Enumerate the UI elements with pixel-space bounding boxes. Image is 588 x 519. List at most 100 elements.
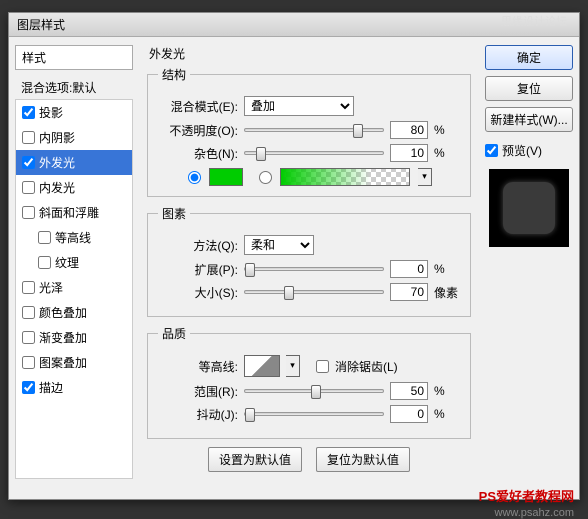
- range-unit: %: [434, 384, 445, 398]
- spread-label: 扩展(P):: [158, 261, 238, 278]
- size-slider[interactable]: [244, 290, 384, 294]
- size-label: 大小(S):: [158, 284, 238, 301]
- style-item-10[interactable]: 图案叠加: [16, 350, 132, 375]
- style-item-0[interactable]: 投影: [16, 100, 132, 125]
- range-label: 范围(R):: [158, 383, 238, 400]
- jitter-input[interactable]: [390, 405, 428, 423]
- elements-group: 图素 方法(Q): 柔和 扩展(P): % 大小(S): 像素: [147, 205, 471, 317]
- style-checkbox-5[interactable]: [38, 231, 51, 244]
- style-checkbox-6[interactable]: [38, 256, 51, 269]
- noise-input[interactable]: [390, 144, 428, 162]
- layer-style-dialog: 图层样式 思缘设计论坛 样式 混合选项:默认 投影内阴影外发光内发光斜面和浮雕等…: [8, 12, 580, 500]
- style-item-3[interactable]: 内发光: [16, 175, 132, 200]
- main-panel: 外发光 结构 混合模式(E): 叠加 不透明度(O): % 杂色(N):: [139, 37, 479, 499]
- right-column: 确定 复位 新建样式(W)... 预览(V): [479, 37, 579, 499]
- style-label-3: 内发光: [39, 179, 75, 196]
- style-item-5[interactable]: 等高线: [16, 225, 132, 250]
- jitter-unit: %: [434, 407, 445, 421]
- site-url: WWW.MISSYUAN.COM: [449, 0, 558, 3]
- style-label-8: 颜色叠加: [39, 304, 87, 321]
- reset-default-button[interactable]: 复位为默认值: [316, 447, 410, 472]
- noise-unit: %: [434, 146, 445, 160]
- opacity-slider[interactable]: [244, 128, 384, 132]
- structure-legend: 结构: [158, 66, 190, 83]
- ok-button[interactable]: 确定: [485, 45, 573, 70]
- contour-dropdown-icon[interactable]: ▾: [286, 355, 300, 377]
- style-checkbox-11[interactable]: [22, 381, 35, 394]
- size-input[interactable]: [390, 283, 428, 301]
- style-checkbox-4[interactable]: [22, 206, 35, 219]
- set-default-button[interactable]: 设置为默认值: [208, 447, 302, 472]
- style-checkbox-7[interactable]: [22, 281, 35, 294]
- color-radio[interactable]: [188, 171, 201, 184]
- sidebar: 样式 混合选项:默认 投影内阴影外发光内发光斜面和浮雕等高线纹理光泽颜色叠加渐变…: [9, 37, 139, 499]
- blend-options-label[interactable]: 混合选项:默认: [15, 76, 133, 99]
- spread-input[interactable]: [390, 260, 428, 278]
- preview-box: [489, 169, 569, 247]
- gradient-swatch[interactable]: [280, 168, 410, 186]
- style-item-9[interactable]: 渐变叠加: [16, 325, 132, 350]
- spread-slider[interactable]: [244, 267, 384, 271]
- style-item-4[interactable]: 斜面和浮雕: [16, 200, 132, 225]
- cancel-button[interactable]: 复位: [485, 76, 573, 101]
- style-label-7: 光泽: [39, 279, 63, 296]
- preview-checkbox[interactable]: [485, 144, 498, 157]
- panel-title: 外发光: [149, 45, 471, 62]
- style-checkbox-0[interactable]: [22, 106, 35, 119]
- technique-select[interactable]: 柔和: [244, 235, 314, 255]
- blend-mode-label: 混合模式(E):: [158, 98, 238, 115]
- titlebar: 图层样式 思缘设计论坛: [9, 13, 579, 37]
- technique-label: 方法(Q):: [158, 237, 238, 254]
- jitter-label: 抖动(J):: [158, 406, 238, 423]
- elements-legend: 图素: [158, 205, 190, 222]
- style-label-11: 描边: [39, 379, 63, 396]
- noise-slider[interactable]: [244, 151, 384, 155]
- quality-group: 品质 等高线: ▾ 消除锯齿(L) 范围(R): % 抖动(J):: [147, 325, 471, 439]
- size-unit: 像素: [434, 284, 458, 301]
- opacity-input[interactable]: [390, 121, 428, 139]
- antialias-checkbox[interactable]: [316, 360, 329, 373]
- opacity-label: 不透明度(O):: [158, 122, 238, 139]
- style-item-6[interactable]: 纹理: [16, 250, 132, 275]
- style-item-7[interactable]: 光泽: [16, 275, 132, 300]
- style-item-11[interactable]: 描边: [16, 375, 132, 400]
- jitter-slider[interactable]: [244, 412, 384, 416]
- style-label-2: 外发光: [39, 154, 75, 171]
- dialog-title: 图层样式: [17, 16, 65, 33]
- style-label-0: 投影: [39, 104, 63, 121]
- noise-label: 杂色(N):: [158, 145, 238, 162]
- antialias-label: 消除锯齿(L): [335, 358, 398, 375]
- style-checkbox-9[interactable]: [22, 331, 35, 344]
- style-list: 投影内阴影外发光内发光斜面和浮雕等高线纹理光泽颜色叠加渐变叠加图案叠加描边: [15, 99, 133, 479]
- style-checkbox-2[interactable]: [22, 156, 35, 169]
- style-item-8[interactable]: 颜色叠加: [16, 300, 132, 325]
- contour-swatch[interactable]: [244, 355, 280, 377]
- style-label-6: 纹理: [55, 254, 79, 271]
- style-label-9: 渐变叠加: [39, 329, 87, 346]
- sidebar-title[interactable]: 样式: [15, 45, 133, 70]
- style-label-10: 图案叠加: [39, 354, 87, 371]
- style-item-2[interactable]: 外发光: [16, 150, 132, 175]
- opacity-unit: %: [434, 123, 445, 137]
- contour-label: 等高线:: [158, 358, 238, 375]
- range-input[interactable]: [390, 382, 428, 400]
- gradient-radio[interactable]: [259, 171, 272, 184]
- gradient-dropdown-icon[interactable]: ▾: [418, 168, 432, 186]
- watermark-text: PS爱好者教程网: [479, 486, 574, 505]
- style-checkbox-3[interactable]: [22, 181, 35, 194]
- forum-name: 思缘设计论坛: [501, 13, 567, 29]
- style-item-1[interactable]: 内阴影: [16, 125, 132, 150]
- style-checkbox-8[interactable]: [22, 306, 35, 319]
- new-style-button[interactable]: 新建样式(W)...: [485, 107, 573, 132]
- preview-label: 预览(V): [502, 142, 542, 159]
- spread-unit: %: [434, 262, 445, 276]
- style-label-4: 斜面和浮雕: [39, 204, 99, 221]
- range-slider[interactable]: [244, 389, 384, 393]
- blend-mode-select[interactable]: 叠加: [244, 96, 354, 116]
- watermark-url: www.psahz.com: [495, 507, 574, 519]
- style-checkbox-1[interactable]: [22, 131, 35, 144]
- style-checkbox-10[interactable]: [22, 356, 35, 369]
- style-label-5: 等高线: [55, 229, 91, 246]
- structure-group: 结构 混合模式(E): 叠加 不透明度(O): % 杂色(N): %: [147, 66, 471, 197]
- color-swatch[interactable]: [209, 168, 243, 186]
